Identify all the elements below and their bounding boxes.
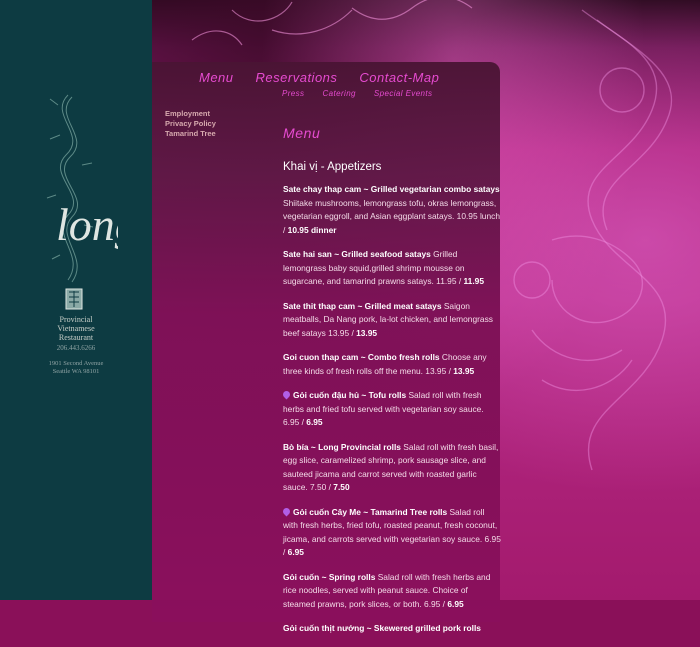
- sub-nav: Press Catering Special Events: [282, 89, 432, 98]
- menu-item: Gỏi cuốn Cây Me ~ Tamarind Tree rolls Sa…: [281, 506, 501, 560]
- nav-reservations[interactable]: Reservations: [256, 70, 338, 85]
- brand-subtitle-line: Vietnamese: [57, 324, 95, 333]
- left-sidebar: long Provincial Vietnamese Restaurant 20…: [0, 0, 152, 600]
- menu-item: Goi cuon thap cam ~ Combo fresh rolls Ch…: [283, 351, 501, 378]
- menu-item-dinner-price: 6.95: [306, 417, 323, 427]
- menu-item: Gỏi cuốn đậu hủ ~ Tofu rolls Salad roll …: [281, 389, 501, 430]
- menu-item-dinner-price: 10.95 dinner: [287, 224, 337, 235]
- menu-item-name: Gỏi cuốn thịt nướng ~ Skewered grilled p…: [283, 623, 481, 633]
- dragon-logo-icon: long: [46, 94, 118, 310]
- menu-item-dinner-price: 7.50: [333, 482, 350, 492]
- menu-item-name: Gỏi cuốn đậu hủ ~ Tofu rolls: [293, 390, 407, 400]
- section-heading: Khai vị - Appetizers: [283, 161, 382, 173]
- link-employment[interactable]: Employment: [165, 109, 216, 119]
- menu-item: Sate thit thap cam ~ Grilled meat satays…: [283, 300, 501, 341]
- menu-item: Gỏi cuốn thịt nướng ~ Skewered grilled p…: [283, 622, 501, 636]
- menu-item-dinner-price: 13.95: [356, 327, 378, 338]
- nav-contact-map[interactable]: Contact-Map: [359, 70, 439, 85]
- menu-list: Sate chay thap cam ~ Grilled vegetarian …: [281, 183, 501, 647]
- menu-item-name: Sate chay thap cam ~ Grilled vegetarian …: [283, 184, 500, 194]
- link-tamarind-tree[interactable]: Tamarind Tree: [165, 129, 216, 139]
- nav-catering[interactable]: Catering: [322, 89, 355, 98]
- link-privacy-policy[interactable]: Privacy Policy: [165, 119, 216, 129]
- phone-number: 206.443.6266: [56, 344, 96, 352]
- restaurant-logo[interactable]: long: [38, 75, 118, 315]
- nav-menu[interactable]: Menu: [199, 70, 234, 85]
- page-title: Menu: [283, 125, 321, 141]
- menu-item-name: Gỏi cuốn ~ Spring rolls: [283, 571, 376, 582]
- address-line: 1901 Second Avenue: [48, 360, 104, 367]
- menu-item: Sate chay thap cam ~ Grilled vegetarian …: [283, 183, 501, 237]
- menu-item: Sate hai san ~ Grilled seafood satays Gr…: [283, 248, 501, 289]
- nav-special-events[interactable]: Special Events: [374, 89, 433, 98]
- menu-item-name: Gỏi cuốn Cây Me ~ Tamarind Tree rolls: [293, 506, 448, 517]
- vegetarian-leaf-icon: [281, 389, 292, 400]
- menu-item-name: Bò bía ~ Long Provincial rolls: [283, 441, 401, 452]
- side-links: Employment Privacy Policy Tamarind Tree: [165, 109, 216, 139]
- menu-item-name: Sate hai san ~ Grilled seafood satays: [283, 249, 431, 259]
- brand-subtitle-line: Restaurant: [58, 333, 94, 342]
- menu-item-name: Goi cuon thap cam ~ Combo fresh rolls: [283, 352, 440, 362]
- address-line: Seattle WA 98101: [52, 368, 100, 375]
- nav-press[interactable]: Press: [282, 89, 304, 98]
- menu-item-dinner-price: 6.95: [447, 598, 464, 609]
- menu-item: Gỏi cuốn ~ Spring rolls Salad roll with …: [283, 571, 501, 612]
- menu-item-dinner-price: 11.95: [463, 276, 484, 286]
- menu-item: Bò bía ~ Long Provincial rolls Salad rol…: [283, 441, 501, 495]
- menu-item-dinner-price: 6.95: [287, 547, 304, 557]
- main-nav: Menu Reservations Contact-Map: [199, 70, 439, 85]
- address: 1901 Second Avenue Seattle WA 98101: [38, 360, 114, 376]
- brand-subtitle-line: Provincial: [59, 315, 93, 324]
- logo-text: long: [56, 199, 118, 250]
- menu-item-dinner-price: 13.95: [453, 365, 475, 376]
- vegetarian-leaf-icon: [281, 506, 292, 516]
- brand-subtitle: Provincial Vietnamese Restaurant: [38, 315, 114, 342]
- menu-item-name: Sate thit thap cam ~ Grilled meat satays: [283, 300, 442, 311]
